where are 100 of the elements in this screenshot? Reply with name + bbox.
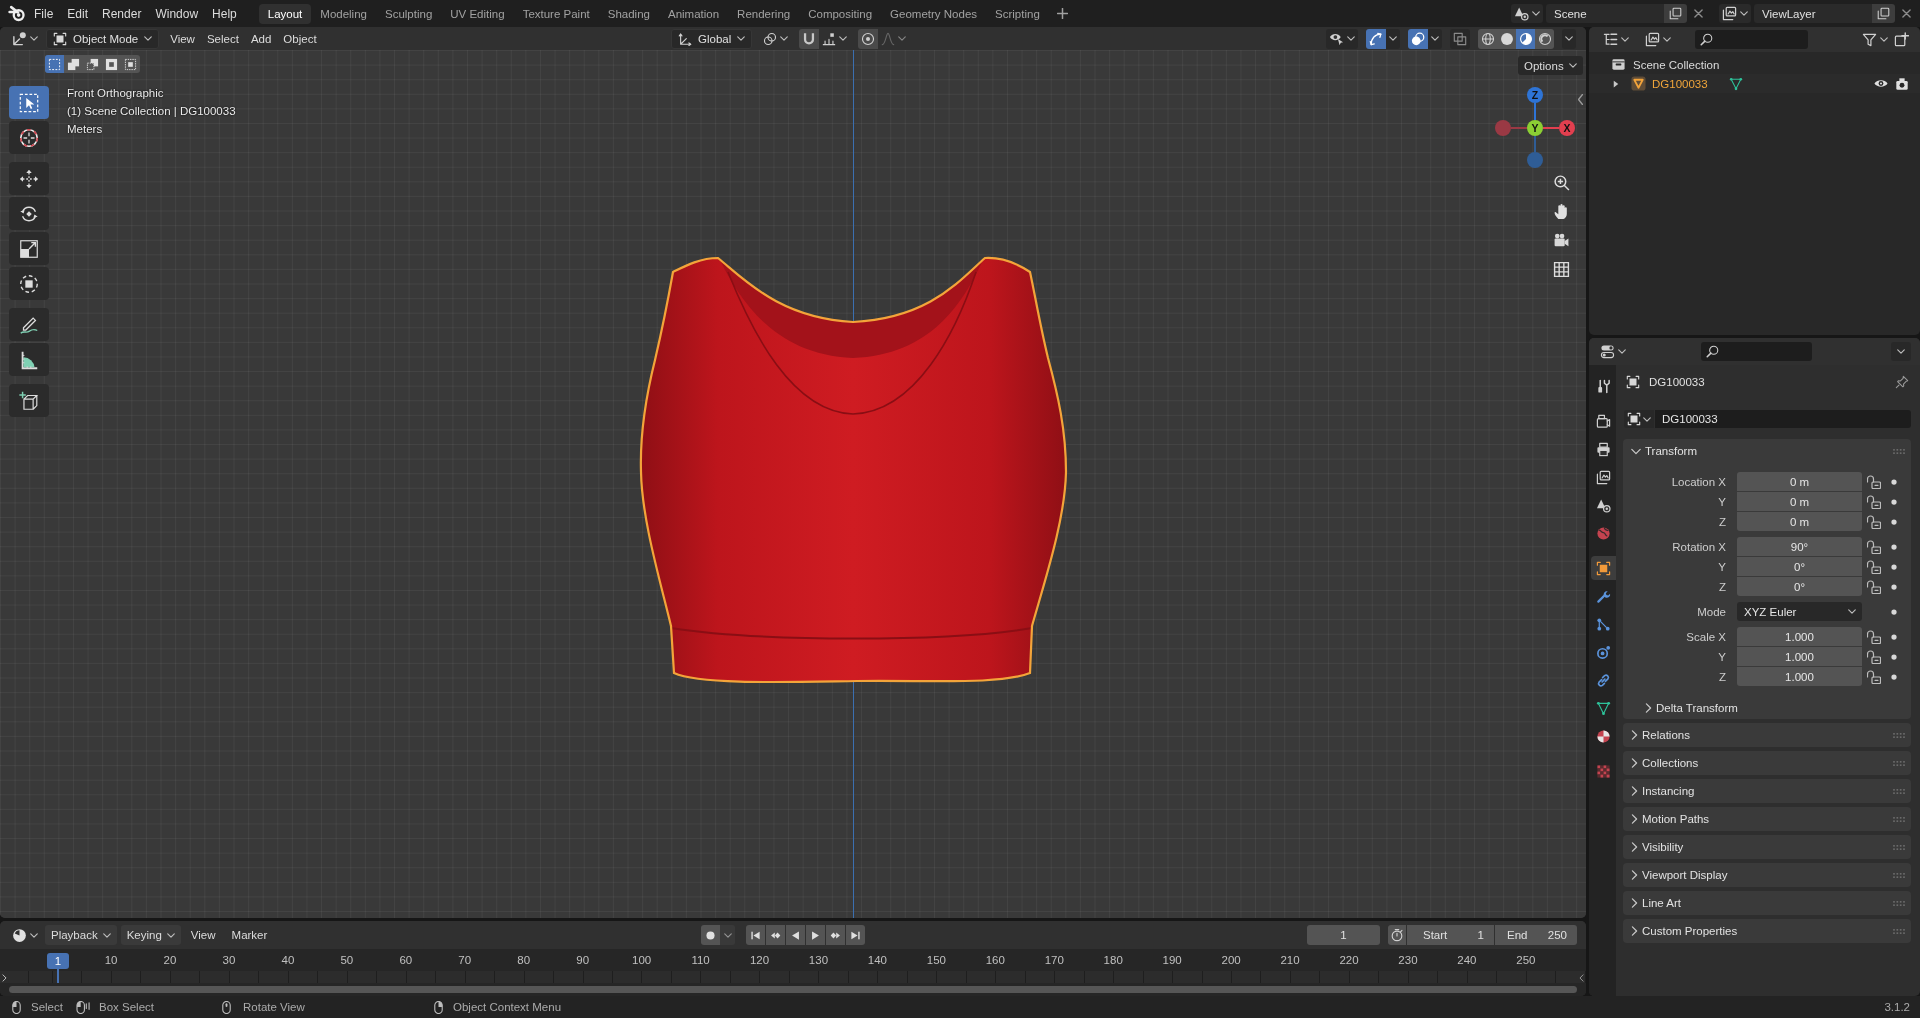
camera-icon[interactable] (1895, 76, 1909, 91)
menu-item[interactable]: Add (244, 28, 278, 49)
playhead[interactable]: 1 (47, 953, 69, 969)
chevron-right-icon[interactable] (2, 974, 7, 982)
menu-item[interactable]: Render (95, 3, 149, 24)
name-field[interactable]: DG100033 (1655, 410, 1911, 428)
triangle-tile-icon[interactable] (1631, 76, 1646, 91)
number-field[interactable]: 1.000 (1737, 647, 1862, 666)
proportional-edit-toggle[interactable] (858, 28, 879, 49)
padlock-open-icon[interactable] (1867, 539, 1881, 554)
number-field[interactable]: 1.000 (1737, 627, 1862, 646)
gizmo-menu-button[interactable] (1386, 28, 1400, 49)
expand-triangle-icon[interactable] (1613, 79, 1619, 88)
mesh-triangle-icon[interactable] (1728, 76, 1743, 91)
close-icon[interactable] (1902, 9, 1911, 18)
padlock-open-icon[interactable] (1867, 474, 1881, 489)
axis-handle[interactable]: Z (1527, 87, 1543, 103)
view-layer-name-field[interactable]: ViewLayer (1754, 4, 1872, 23)
keyframe-dot-icon[interactable] (1891, 543, 1897, 550)
padlock-open-icon[interactable] (1867, 559, 1881, 574)
play-button[interactable] (806, 925, 825, 945)
visibility-button[interactable] (1326, 28, 1358, 49)
tool-button[interactable] (9, 384, 49, 417)
workspace-tab[interactable]: Layout (258, 3, 312, 24)
mode-dropdown[interactable]: XYZ Euler (1737, 602, 1862, 621)
collection-label[interactable]: Scene Collection (1633, 58, 1720, 71)
keyframe-dot-icon[interactable] (1891, 518, 1897, 525)
keyframe-dot-icon[interactable] (1891, 498, 1897, 505)
panel-header[interactable]: Motion Paths (1623, 807, 1911, 831)
chevron-left-icon[interactable] (1579, 974, 1584, 982)
tool-button[interactable] (9, 308, 49, 341)
menu-item[interactable]: View (164, 28, 201, 49)
tool-button[interactable] (9, 121, 49, 154)
axis-handle[interactable]: Y (1527, 120, 1543, 136)
padlock-open-icon[interactable] (1867, 649, 1881, 664)
options-menu-button[interactable] (1891, 342, 1911, 361)
panel-header[interactable]: Line Art (1623, 891, 1911, 915)
workspace-tab[interactable]: Animation (658, 3, 729, 24)
keyframe-dot-icon[interactable] (1891, 608, 1897, 615)
workspace-tab[interactable]: Geometry Nodes (881, 3, 987, 24)
panel-header[interactable]: Visibility (1623, 835, 1911, 859)
overlay-menu-button[interactable] (1428, 28, 1442, 49)
panel-header[interactable]: Transform (1623, 439, 1911, 463)
keyframe-dot-icon[interactable] (1891, 673, 1897, 680)
tool-button[interactable] (9, 197, 49, 230)
pin-icon[interactable] (1895, 375, 1909, 389)
selection-mode-button[interactable] (45, 55, 64, 73)
keyframe-dot-icon[interactable] (1891, 633, 1897, 640)
next-keyframe-button[interactable] (826, 925, 845, 945)
number-field[interactable]: 0 m (1737, 512, 1862, 531)
plus-icon[interactable] (1056, 8, 1068, 19)
number-field[interactable]: 0 m (1737, 492, 1862, 511)
zoom-icon[interactable] (1553, 174, 1570, 191)
menu-item[interactable]: View (184, 925, 222, 945)
keyframe-dot-icon[interactable] (1891, 478, 1897, 485)
copy-button[interactable] (1872, 4, 1895, 23)
panel-header[interactable]: Relations (1623, 723, 1911, 747)
menu-item[interactable]: File (27, 3, 61, 24)
logo-icon[interactable] (8, 5, 25, 22)
panel-header[interactable]: Instancing (1623, 779, 1911, 803)
tool-button[interactable] (9, 86, 49, 119)
close-icon[interactable] (1694, 9, 1703, 18)
search-field[interactable] (1701, 342, 1812, 361)
keyframe-dot-icon[interactable] (1891, 563, 1897, 570)
subpanel-header[interactable]: Delta Transform (1623, 697, 1738, 719)
panel-header[interactable]: Collections (1623, 751, 1911, 775)
workspace-tab[interactable]: Modeling (311, 3, 376, 24)
tool-button[interactable] (9, 343, 49, 376)
workspace-tab[interactable]: Shading (598, 3, 659, 24)
current-frame-field[interactable]: 1 (1307, 925, 1380, 945)
menu-item[interactable]: Select (200, 28, 245, 49)
padlock-open-icon[interactable] (1867, 494, 1881, 509)
jump-to-end-button[interactable] (846, 925, 865, 945)
padlock-open-icon[interactable] (1867, 514, 1881, 529)
grid-icon[interactable] (1553, 261, 1570, 278)
xray-toggle[interactable] (1450, 28, 1470, 49)
hand-icon[interactable] (1553, 203, 1570, 220)
number-field[interactable]: 0° (1737, 557, 1862, 576)
number-field[interactable]: 1.000 (1737, 667, 1862, 686)
search-field[interactable] (1695, 30, 1808, 49)
workspace-tab[interactable]: Compositing (799, 3, 882, 24)
shading-menu-button[interactable] (1562, 28, 1576, 49)
panel-header[interactable]: Viewport Display (1623, 863, 1911, 887)
padlock-open-icon[interactable] (1867, 579, 1881, 594)
tool-button[interactable] (9, 267, 49, 300)
chevron-left-icon[interactable] (1578, 94, 1583, 105)
eye-icon[interactable] (1874, 79, 1888, 88)
scene-selector-button[interactable] (1511, 4, 1543, 23)
workspace-tab[interactable]: Scripting (986, 3, 1049, 24)
copy-button[interactable] (1664, 4, 1687, 23)
number-field[interactable]: 0° (1737, 577, 1862, 596)
workspace-tab[interactable]: Texture Paint (513, 3, 599, 24)
axis-handle[interactable] (1527, 152, 1543, 168)
menu-item[interactable]: Object (277, 28, 323, 49)
mode-dropdown[interactable]: Object Mode (46, 28, 160, 49)
workspace-tab[interactable]: Rendering (728, 3, 800, 24)
menu-dropdown[interactable]: Playback (45, 925, 117, 945)
panel-header[interactable]: Custom Properties (1623, 919, 1911, 943)
shading-mode-button[interactable] (1516, 28, 1535, 49)
data-block-button[interactable] (1624, 410, 1654, 428)
